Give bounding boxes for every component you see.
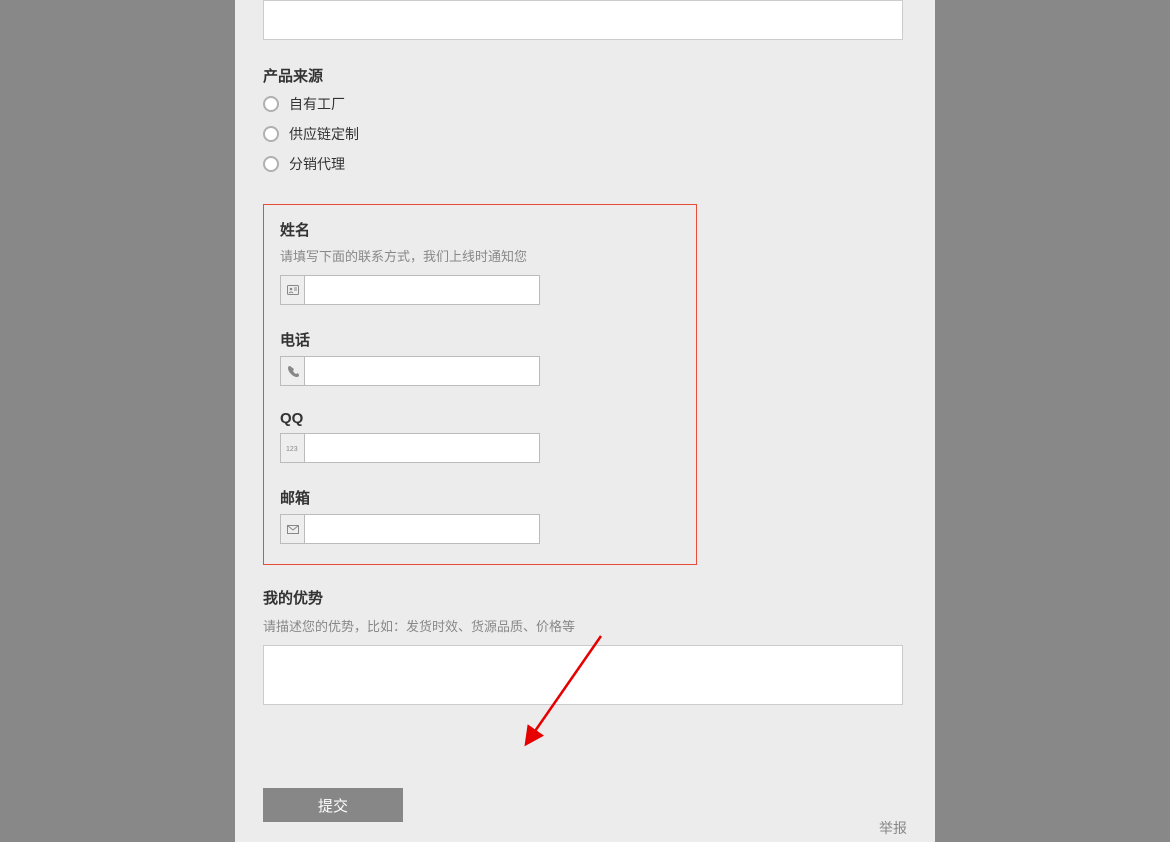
advantage-textarea[interactable]: [263, 645, 903, 705]
name-input-wrap: [280, 275, 540, 305]
qq-input[interactable]: [305, 434, 539, 462]
radio-icon: [263, 156, 279, 172]
radio-option-distribution[interactable]: 分销代理: [263, 154, 907, 174]
qq-label: QQ: [280, 410, 680, 427]
advantage-hint: 请描述您的优势，比如：发货时效、货源品质、价格等: [263, 616, 907, 635]
phone-input[interactable]: [305, 357, 539, 385]
phone-icon: [281, 357, 305, 385]
prior-textarea[interactable]: [263, 0, 903, 40]
email-input[interactable]: [305, 515, 539, 543]
product-source-label: 产品来源: [263, 65, 907, 86]
envelope-icon: [281, 515, 305, 543]
radio-icon: [263, 96, 279, 112]
email-label: 邮箱: [280, 487, 680, 508]
phone-label: 电话: [280, 329, 680, 350]
radio-label: 分销代理: [289, 154, 345, 174]
radio-icon: [263, 126, 279, 142]
svg-text:123: 123: [286, 446, 298, 453]
contact-hint: 请填写下面的联系方式，我们上线时通知您: [280, 246, 680, 265]
number-icon: 123: [281, 434, 305, 462]
phone-input-wrap: [280, 356, 540, 386]
name-input[interactable]: [305, 276, 539, 304]
radio-option-own-factory[interactable]: 自有工厂: [263, 94, 907, 114]
radio-label: 自有工厂: [289, 94, 345, 114]
contact-card-icon: [281, 276, 305, 304]
contact-info-box: 姓名 请填写下面的联系方式，我们上线时通知您 电话 QQ 1: [263, 204, 697, 565]
name-label: 姓名: [280, 219, 680, 240]
advantage-label: 我的优势: [263, 587, 907, 608]
email-input-wrap: [280, 514, 540, 544]
radio-label: 供应链定制: [289, 124, 359, 144]
submit-button[interactable]: 提交: [263, 788, 403, 822]
qq-input-wrap: 123: [280, 433, 540, 463]
radio-option-supply-chain[interactable]: 供应链定制: [263, 124, 907, 144]
report-link[interactable]: 举报: [879, 818, 907, 838]
